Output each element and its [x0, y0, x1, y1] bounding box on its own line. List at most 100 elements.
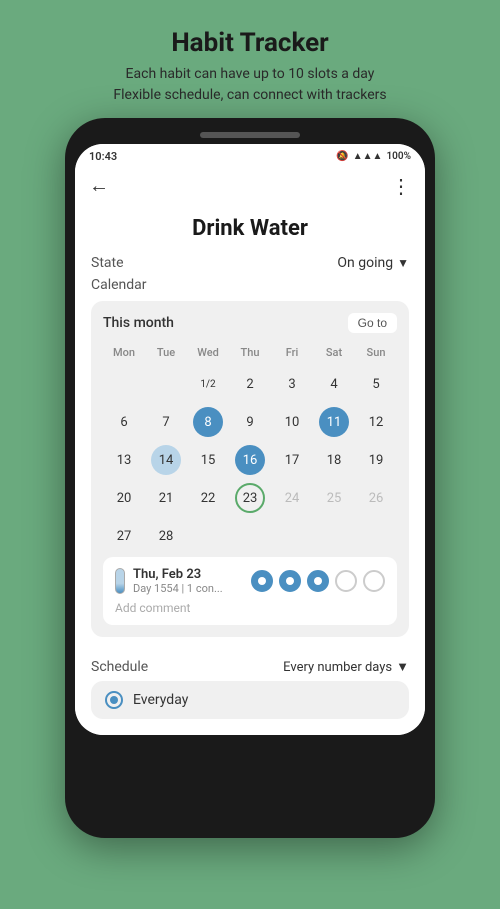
screen-content: Drink Water State On going ▼ Calendar Th…	[75, 208, 425, 735]
day-info-date-col: Thu, Feb 23 Day 1554 | 1 con...	[115, 567, 223, 595]
calendar-card: This month Go to Mon Tue Wed Thu Fri Sat…	[91, 301, 409, 637]
schedule-dropdown[interactable]: Every number days ▼	[283, 659, 409, 675]
thermometer-icon	[115, 568, 125, 594]
status-bar: 10:43 🔕 ▲▲▲ 100%	[75, 144, 425, 167]
cal-cell[interactable]: 6	[103, 403, 145, 441]
everyday-card: Everyday	[91, 681, 409, 719]
cal-cell[interactable]: 12	[355, 403, 397, 441]
mute-icon: 🔕	[336, 151, 348, 162]
cal-cell	[271, 517, 313, 555]
calendar-week-5: 27 28	[103, 517, 397, 555]
back-button[interactable]: ←	[89, 173, 109, 198]
slot-4[interactable]	[335, 570, 357, 592]
cal-cell[interactable]: 25	[313, 479, 355, 517]
day-info-text: Thu, Feb 23 Day 1554 | 1 con...	[133, 567, 223, 595]
cal-cell[interactable]: 15	[187, 441, 229, 479]
day-header-sat: Sat	[313, 343, 355, 365]
cal-cell[interactable]: 23	[229, 479, 271, 517]
cal-cell[interactable]: 28	[145, 517, 187, 555]
cal-cell[interactable]: 24	[271, 479, 313, 517]
state-value-text: On going	[337, 255, 393, 271]
status-time: 10:43	[89, 150, 117, 163]
cal-cell[interactable]: 3	[271, 365, 313, 403]
cal-cell[interactable]: 21	[145, 479, 187, 517]
slots-row	[251, 570, 385, 592]
state-row: State On going ▼	[91, 255, 409, 271]
cal-cell[interactable]: 7	[145, 403, 187, 441]
calendar-week-4: 20 21 22 23 24 25 26	[103, 479, 397, 517]
cal-cell[interactable]: 9	[229, 403, 271, 441]
add-comment[interactable]: Add comment	[115, 601, 385, 615]
calendar-label: Calendar	[91, 277, 409, 293]
cal-cell[interactable]: 8	[187, 403, 229, 441]
day-header-tue: Tue	[145, 343, 187, 365]
cal-cell	[187, 517, 229, 555]
phone-frame: 10:43 🔕 ▲▲▲ 100% ← ⋮ Drink Water State	[65, 118, 435, 838]
phone-screen: 10:43 🔕 ▲▲▲ 100% ← ⋮ Drink Water State	[75, 144, 425, 735]
schedule-arrow-icon: ▼	[396, 659, 409, 675]
state-label: State	[91, 255, 124, 271]
day-info-sub: Day 1554 | 1 con...	[133, 582, 223, 595]
status-icons: 🔕 ▲▲▲ 100%	[336, 151, 411, 162]
cal-cell[interactable]: 18	[313, 441, 355, 479]
cal-cell[interactable]: 11	[313, 403, 355, 441]
habit-title: Drink Water	[91, 208, 409, 255]
cal-cell[interactable]: 10	[271, 403, 313, 441]
slot-3[interactable]	[307, 570, 329, 592]
day-info-top: Thu, Feb 23 Day 1554 | 1 con...	[115, 567, 385, 595]
cal-cell	[355, 517, 397, 555]
day-header-wed: Wed	[187, 343, 229, 365]
signal-icon: ▲▲▲	[353, 151, 383, 162]
state-arrow-icon: ▼	[397, 256, 409, 270]
schedule-row: Schedule Every number days ▼	[91, 649, 409, 681]
day-header-fri: Fri	[271, 343, 313, 365]
calendar-week-3: 13 14 15 16 17 18 19	[103, 441, 397, 479]
cal-cell	[229, 517, 271, 555]
phone-notch	[200, 132, 300, 138]
everyday-radio[interactable]	[105, 691, 123, 709]
day-header-sun: Sun	[355, 343, 397, 365]
cal-cell[interactable]: 16	[229, 441, 271, 479]
top-bar: ← ⋮	[75, 167, 425, 208]
calendar-grid: Mon Tue Wed Thu Fri Sat Sun 1/2	[103, 343, 397, 555]
page-wrapper: Habit Tracker Each habit can have up to …	[0, 10, 500, 899]
battery-text: 100%	[386, 151, 411, 162]
cal-cell[interactable]: 1/2	[187, 365, 229, 403]
cal-cell[interactable]: 26	[355, 479, 397, 517]
everyday-label: Everyday	[133, 692, 188, 708]
cal-cell[interactable]: 5	[355, 365, 397, 403]
cal-cell[interactable]: 27	[103, 517, 145, 555]
cal-cell	[313, 517, 355, 555]
app-subtitle: Each habit can have up to 10 slots a day…	[113, 64, 386, 106]
goto-button[interactable]: Go to	[348, 313, 397, 333]
calendar-week-2: 6 7 8 9 10 11 12	[103, 403, 397, 441]
cal-cell[interactable]: 14	[145, 441, 187, 479]
slot-inner	[314, 577, 322, 585]
calendar-day-headers: Mon Tue Wed Thu Fri Sat Sun	[103, 343, 397, 365]
day-info-bar: Thu, Feb 23 Day 1554 | 1 con...	[103, 557, 397, 625]
slot-inner	[286, 577, 294, 585]
calendar-week-1: 1/2 2 3 4 5	[103, 365, 397, 403]
day-info-date: Thu, Feb 23	[133, 567, 223, 582]
slot-1[interactable]	[251, 570, 273, 592]
radio-inner	[110, 696, 118, 704]
day-header-mon: Mon	[103, 343, 145, 365]
cal-cell[interactable]: 20	[103, 479, 145, 517]
cal-cell[interactable]: 4	[313, 365, 355, 403]
cal-cell[interactable]	[103, 365, 145, 403]
everyday-row: Everyday	[105, 691, 395, 709]
app-header: Habit Tracker Each habit can have up to …	[93, 10, 406, 118]
cal-cell[interactable]	[145, 365, 187, 403]
cal-cell[interactable]: 2	[229, 365, 271, 403]
cal-cell[interactable]: 22	[187, 479, 229, 517]
cal-cell[interactable]: 13	[103, 441, 145, 479]
app-title: Habit Tracker	[113, 28, 386, 58]
calendar-month: This month	[103, 315, 174, 331]
state-dropdown[interactable]: On going ▼	[337, 255, 409, 271]
schedule-value-text: Every number days	[283, 660, 392, 675]
more-button[interactable]: ⋮	[391, 174, 411, 198]
cal-cell[interactable]: 17	[271, 441, 313, 479]
slot-5[interactable]	[363, 570, 385, 592]
slot-2[interactable]	[279, 570, 301, 592]
cal-cell[interactable]: 19	[355, 441, 397, 479]
